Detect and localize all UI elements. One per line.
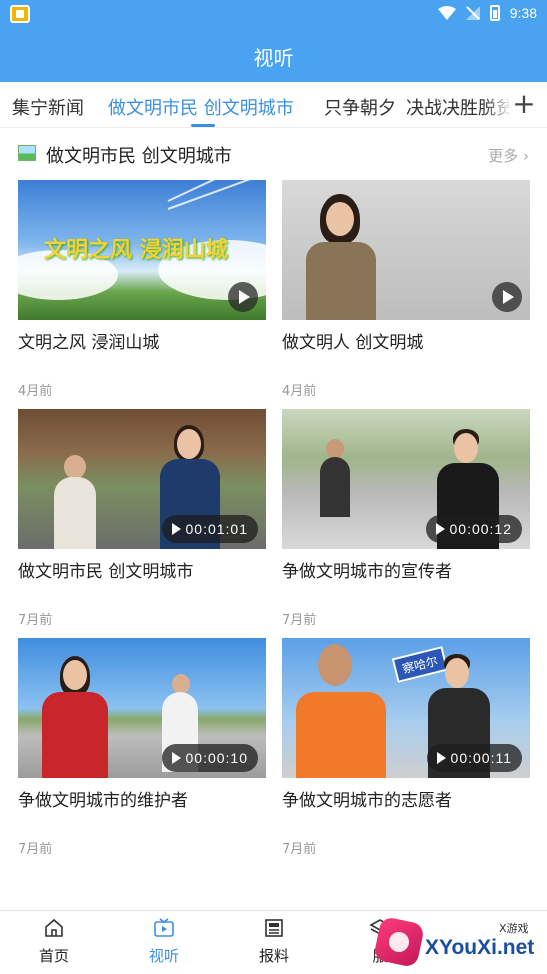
video-title[interactable]: 文明之风 浸润山城 — [18, 328, 159, 353]
video-thumbnail[interactable]: 文明之风 浸润山城 — [18, 180, 266, 320]
video-thumbnail[interactable]: 察哈尔 00:00:11 — [282, 638, 530, 778]
app-header: 视听 — [0, 30, 547, 82]
video-card[interactable]: 察哈尔 00:00:11 争做文明城市的志愿者 7月前 — [282, 638, 530, 857]
video-date: 7月前 — [282, 613, 317, 628]
more-link[interactable]: 更多 › — [488, 145, 529, 166]
chevron-right-icon: › — [523, 147, 529, 165]
nav-home[interactable]: 首页 — [14, 917, 94, 966]
video-duration: 00:00:10 — [161, 744, 258, 772]
video-card[interactable]: 00:00:10 争做文明城市的维护者 7月前 — [18, 638, 266, 857]
nav-label: 报料 — [258, 947, 289, 965]
road-sign: 察哈尔 — [391, 646, 449, 683]
section-header: 做文明市民 创文明城市 更多 › — [0, 136, 547, 172]
video-date: 7月前 — [18, 842, 53, 857]
wifi-icon — [437, 6, 456, 20]
app-notification-icon — [10, 5, 30, 23]
video-thumbnail[interactable]: 00:00:12 — [282, 409, 530, 549]
gamepad-logo-icon — [372, 915, 426, 969]
watermark-text: XYouXi.net — [425, 936, 535, 959]
no-signal-icon — [465, 6, 480, 20]
video-title[interactable]: 争做文明城市的宣传者 — [282, 557, 452, 582]
clock: 9:38 — [509, 5, 537, 21]
nav-label: 视听 — [148, 947, 179, 965]
category-tabs: 集宁新闻 做文明市民 创文明城市 只争朝夕 决战决胜脱贫 + — [0, 82, 547, 128]
nav-video[interactable]: 视听 — [124, 917, 204, 966]
watermark-small-text: X游戏 — [499, 922, 529, 935]
video-title[interactable]: 争做文明城市的维护者 — [18, 786, 188, 811]
home-icon — [45, 918, 63, 937]
status-bar: 9:38 — [0, 0, 547, 30]
video-duration: 00:00:12 — [425, 515, 522, 543]
nav-report[interactable]: 报料 — [234, 917, 314, 966]
tv-icon — [154, 918, 174, 937]
section-title: 做文明市民 创文明城市 — [46, 146, 232, 167]
image-icon — [18, 145, 36, 161]
video-title[interactable]: 做文明市民 创文明城市 — [18, 557, 193, 582]
battery-icon — [489, 5, 500, 21]
video-thumbnail[interactable]: 00:01:01 — [18, 409, 266, 549]
play-icon[interactable] — [492, 282, 522, 312]
tab-civilized-city[interactable]: 做文明市民 创文明城市 — [108, 94, 294, 120]
add-channel-button[interactable]: + — [509, 90, 539, 120]
nav-label: 首页 — [38, 947, 69, 965]
video-thumbnail[interactable] — [282, 180, 530, 320]
video-card[interactable]: 做文明人 创文明城 4月前 — [282, 180, 530, 399]
tab-jining-news[interactable]: 集宁新闻 — [12, 94, 84, 120]
site-watermark: X游戏 XYouXi.net — [372, 912, 543, 972]
video-card[interactable]: 00:01:01 做文明市民 创文明城市 7月前 — [18, 409, 266, 628]
video-title[interactable]: 做文明人 创文明城 — [282, 328, 423, 353]
video-date: 7月前 — [18, 613, 53, 628]
video-thumbnail[interactable]: 00:00:10 — [18, 638, 266, 778]
video-date: 4月前 — [282, 384, 317, 399]
video-duration: 00:01:01 — [161, 515, 258, 543]
play-icon[interactable] — [228, 282, 258, 312]
thumbnail-banner-text: 文明之风 浸润山城 — [44, 237, 228, 263]
video-date: 4月前 — [18, 384, 53, 399]
active-tab-indicator — [191, 124, 215, 127]
page-title: 视听 — [253, 45, 294, 70]
video-card[interactable]: 文明之风 浸润山城 文明之风 浸润山城 4月前 — [18, 180, 266, 399]
video-duration: 00:00:11 — [426, 744, 522, 772]
newspaper-icon — [265, 919, 283, 937]
video-title[interactable]: 争做文明城市的志愿者 — [282, 786, 452, 811]
tab-seize-the-day[interactable]: 只争朝夕 — [324, 94, 396, 120]
video-card[interactable]: 00:00:12 争做文明城市的宣传者 7月前 — [282, 409, 530, 628]
video-date: 7月前 — [282, 842, 317, 857]
